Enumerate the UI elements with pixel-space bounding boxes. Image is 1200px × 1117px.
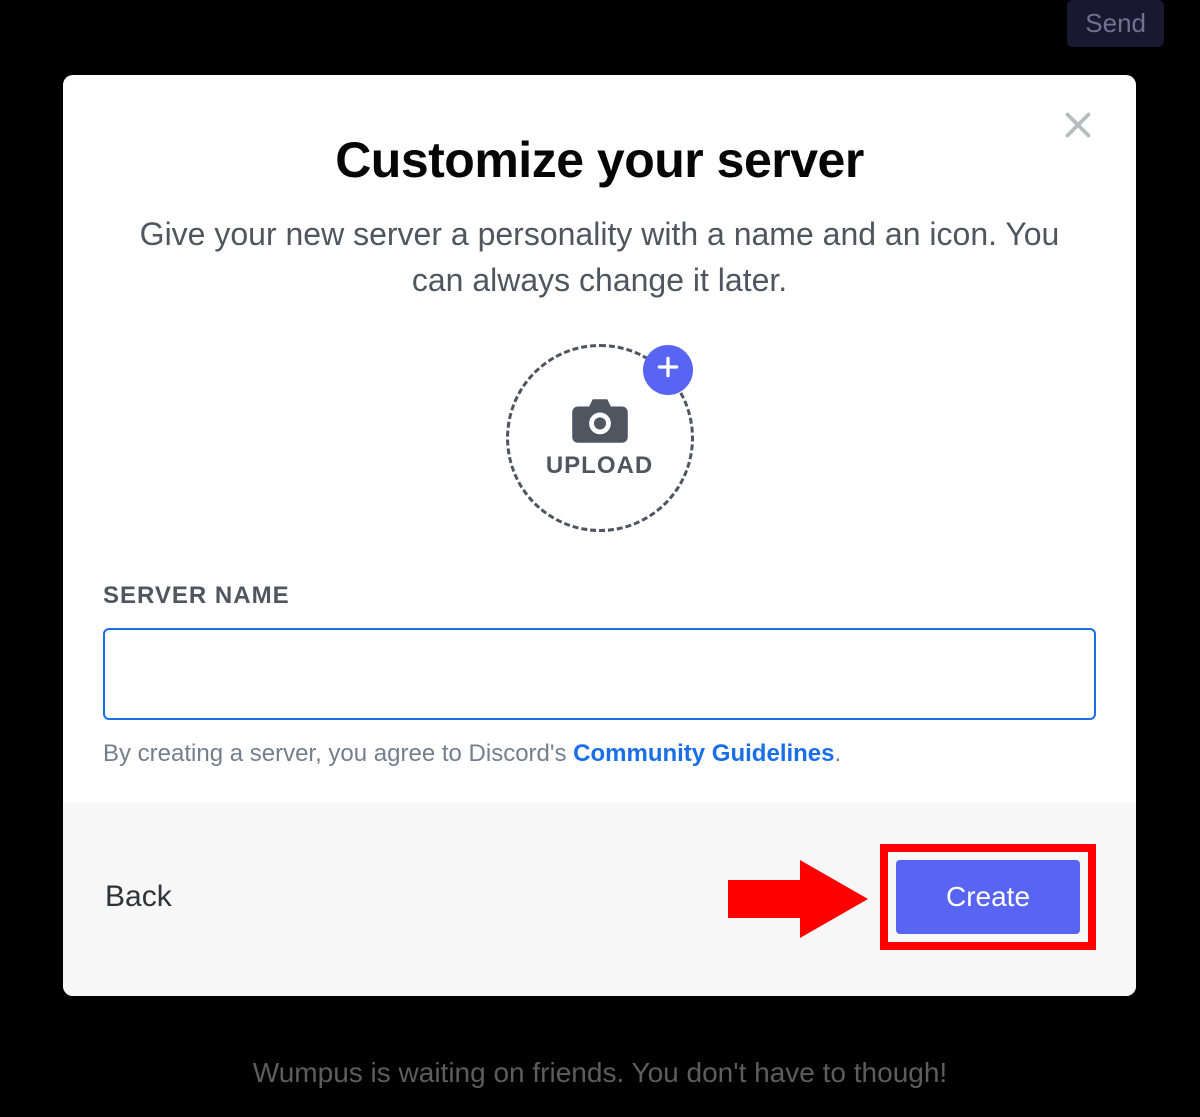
- send-button-bg: Send: [1067, 0, 1164, 47]
- modal-footer: Back Create: [63, 802, 1136, 996]
- close-button[interactable]: [1056, 105, 1100, 149]
- server-name-label: SERVER NAME: [103, 582, 1096, 610]
- customize-server-modal: Customize your server Give your new serv…: [63, 75, 1136, 996]
- upload-label: UPLOAD: [546, 452, 653, 480]
- modal-body: Customize your server Give your new serv…: [63, 75, 1136, 802]
- plus-badge: [643, 345, 693, 395]
- plus-icon: [655, 354, 681, 385]
- back-button[interactable]: Back: [105, 880, 172, 914]
- upload-avatar-button[interactable]: UPLOAD: [506, 344, 694, 532]
- close-icon: [1060, 107, 1096, 148]
- camera-icon: [571, 396, 629, 446]
- server-name-input[interactable]: [103, 628, 1096, 720]
- server-name-field-group: SERVER NAME: [103, 582, 1096, 720]
- modal-title: Customize your server: [335, 131, 864, 189]
- create-button[interactable]: Create: [896, 860, 1080, 934]
- background-hint-text: Wumpus is waiting on friends. You don't …: [0, 1057, 1200, 1089]
- community-guidelines-link[interactable]: Community Guidelines: [573, 740, 834, 767]
- modal-subtitle: Give your new server a personality with …: [140, 211, 1060, 304]
- guidelines-suffix: .: [835, 740, 842, 767]
- guidelines-text: By creating a server, you agree to Disco…: [103, 740, 1096, 768]
- annotation-arrow-icon: [728, 856, 868, 942]
- annotation-highlight-box: Create: [880, 844, 1096, 950]
- guidelines-prefix: By creating a server, you agree to Disco…: [103, 740, 573, 767]
